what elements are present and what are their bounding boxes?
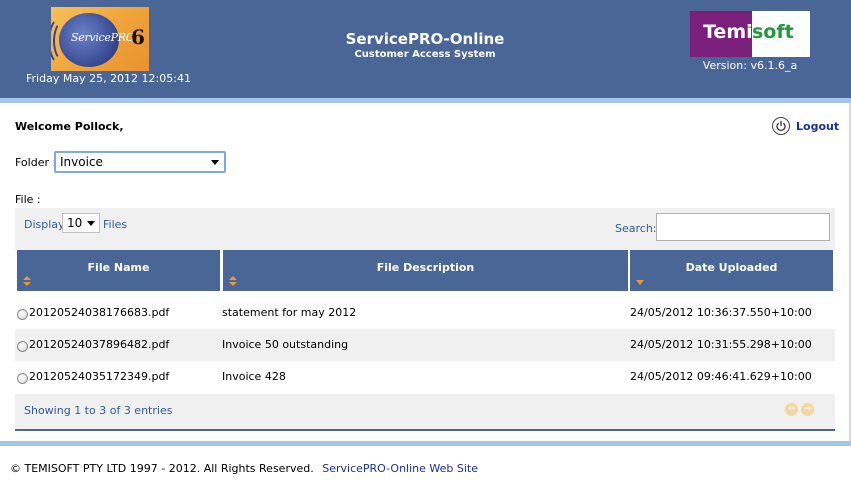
- file-name: 20120524035172349.pdf: [29, 370, 170, 383]
- file-name: 20120524037896482.pdf: [29, 338, 170, 351]
- row-radio[interactable]: [17, 308, 28, 320]
- pagination: ← →: [785, 403, 814, 416]
- power-icon[interactable]: [772, 117, 790, 135]
- folder-select[interactable]: Invoice: [54, 151, 226, 173]
- page-size-select[interactable]: 10: [62, 213, 100, 233]
- next-page-icon[interactable]: →: [801, 403, 814, 416]
- header: ServicePRO 6 Friday May 25, 2012 12:05:4…: [0, 0, 851, 98]
- version-label: Version: v6.1.6_a: [702, 59, 798, 72]
- row-radio[interactable]: [17, 340, 28, 352]
- table-row[interactable]: 20120524035172349.pdf Invoice 428 24/05/…: [15, 361, 835, 393]
- date-time: Friday May 25, 2012 12:05:41: [26, 72, 191, 85]
- copyright: © TEMISOFT PTY LTD 1997 - 2012. All Righ…: [10, 462, 478, 475]
- date-uploaded: 24/05/2012 09:46:41.629+10:00: [630, 370, 812, 383]
- table-row[interactable]: 20120524037896482.pdf Invoice 50 outstan…: [15, 329, 835, 361]
- table-toolbar: Display 10 Files Search:: [15, 208, 835, 250]
- app-title: ServicePRO-Online: [345, 30, 505, 48]
- website-link[interactable]: ServicePRO-Online Web Site: [322, 462, 478, 475]
- table-row[interactable]: 20120524038176683.pdf statement for may …: [15, 297, 835, 329]
- sort-descending-icon: [636, 280, 644, 285]
- row-radio[interactable]: [17, 372, 28, 384]
- welcome-message: Welcome Pollock,: [15, 120, 124, 133]
- sort-icon: [23, 276, 31, 286]
- date-uploaded: 24/05/2012 10:36:37.550+10:00: [630, 306, 812, 319]
- temisoft-logo: Temi soft: [690, 11, 810, 57]
- folder-selected-value: Invoice: [60, 155, 103, 169]
- file-description: Invoice 50 outstanding: [222, 338, 349, 351]
- file-description: statement for may 2012: [222, 306, 357, 319]
- column-header-file-description[interactable]: File Description: [223, 250, 628, 291]
- sort-icon: [229, 276, 237, 286]
- chevron-down-icon: [87, 221, 95, 226]
- column-header-file-name[interactable]: File Name: [17, 250, 220, 291]
- copyright-text: © TEMISOFT PTY LTD 1997 - 2012. All Righ…: [10, 462, 314, 475]
- column-header-date-uploaded[interactable]: Date Uploaded: [630, 250, 833, 291]
- previous-page-icon[interactable]: ←: [785, 403, 798, 416]
- search-input[interactable]: [656, 213, 830, 241]
- file-label: File :: [15, 193, 41, 206]
- header-divider: [0, 98, 851, 103]
- file-name: 20120524038176683.pdf: [29, 306, 170, 319]
- search-label: Search:: [615, 222, 657, 235]
- file-description: Invoice 428: [222, 370, 286, 383]
- table-footer: Showing 1 to 3 of 3 entries ← →: [15, 394, 835, 431]
- page-size-value: 10: [67, 216, 83, 230]
- servicepro-logo: ServicePRO 6: [51, 7, 149, 71]
- logout-link[interactable]: Logout: [796, 120, 839, 133]
- logout-button[interactable]: Logout: [772, 117, 839, 135]
- folder-label: Folder :: [15, 156, 57, 169]
- files-label: Files: [103, 218, 128, 231]
- footer-divider: [0, 441, 851, 446]
- chevron-down-icon: [211, 160, 219, 165]
- table-header: File Name File Description Date Uploaded: [15, 250, 835, 291]
- app-subtitle: Customer Access System: [354, 49, 496, 60]
- entries-info: Showing 1 to 3 of 3 entries: [24, 404, 173, 417]
- date-uploaded: 24/05/2012 10:31:55.298+10:00: [630, 338, 812, 351]
- display-label: Display: [24, 218, 65, 231]
